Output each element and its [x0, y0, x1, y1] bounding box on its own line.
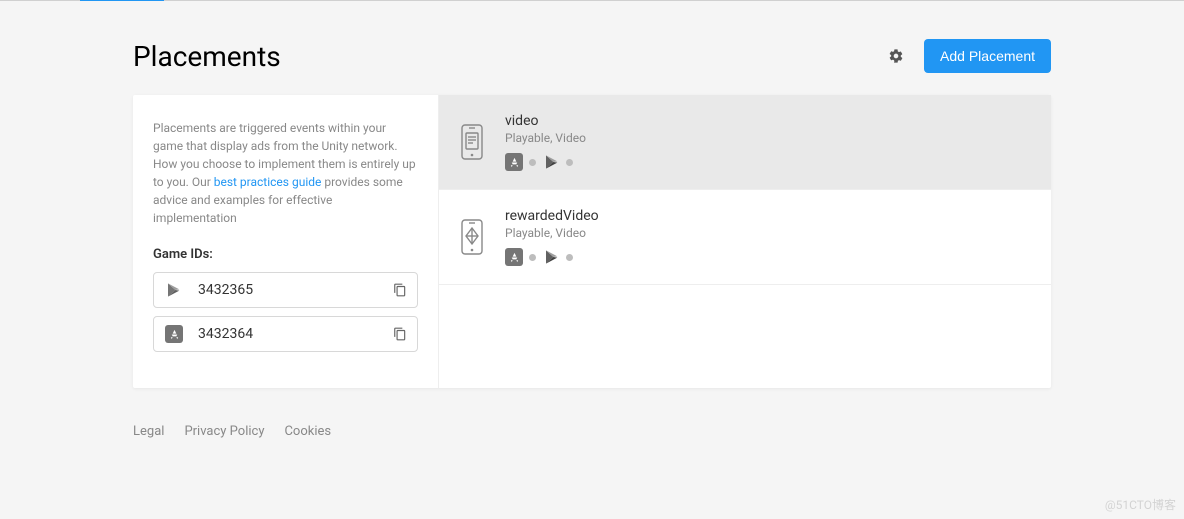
sidebar: Placements are triggered events within y…: [133, 95, 439, 388]
google-play-icon: [544, 154, 560, 170]
game-id-row: 3432364: [153, 316, 418, 352]
placement-name: rewardedVideo: [505, 208, 1023, 224]
device-document-icon: [461, 124, 485, 160]
footer-cookies-link[interactable]: Cookies: [284, 424, 331, 439]
device-diamond-icon: [461, 219, 485, 255]
description-text: Placements are triggered events within y…: [153, 119, 418, 227]
game-id-row: 3432365: [153, 272, 418, 308]
placement-subtitle: Playable, Video: [505, 226, 1023, 240]
game-ids-label: Game IDs:: [153, 247, 418, 262]
page-title: Placements: [133, 40, 281, 73]
google-play-icon: [164, 280, 184, 300]
placement-list: video Playable, Video: [439, 95, 1051, 388]
platform-indicators: [505, 153, 1023, 171]
copy-icon[interactable]: [393, 327, 407, 341]
add-placement-button[interactable]: Add Placement: [924, 39, 1051, 73]
status-dot: [566, 159, 573, 166]
status-dot: [529, 159, 536, 166]
google-play-icon: [544, 249, 560, 265]
copy-icon[interactable]: [393, 283, 407, 297]
footer-legal-link[interactable]: Legal: [133, 424, 164, 439]
status-dot: [529, 254, 536, 261]
game-id-value: 3432364: [198, 326, 393, 342]
tab-indicator: [0, 0, 1184, 1]
settings-icon[interactable]: [888, 48, 904, 64]
placement-subtitle: Playable, Video: [505, 131, 1023, 145]
footer: Legal Privacy Policy Cookies: [133, 388, 1051, 475]
page-header: Placements Add Placement: [133, 1, 1051, 95]
status-dot: [566, 254, 573, 261]
placement-row-video[interactable]: video Playable, Video: [439, 95, 1051, 190]
app-store-icon: [505, 248, 523, 266]
footer-privacy-link[interactable]: Privacy Policy: [184, 424, 264, 439]
best-practices-link[interactable]: best practices guide: [214, 175, 322, 189]
watermark: @51CTO博客: [1105, 496, 1176, 513]
placement-row-rewarded[interactable]: rewardedVideo Playable, Video: [439, 190, 1051, 285]
platform-indicators: [505, 248, 1023, 266]
game-id-value: 3432365: [198, 282, 393, 298]
main-card: Placements are triggered events within y…: [133, 95, 1051, 388]
app-store-icon: [505, 153, 523, 171]
placement-name: video: [505, 113, 1023, 129]
app-store-icon: [164, 324, 184, 344]
